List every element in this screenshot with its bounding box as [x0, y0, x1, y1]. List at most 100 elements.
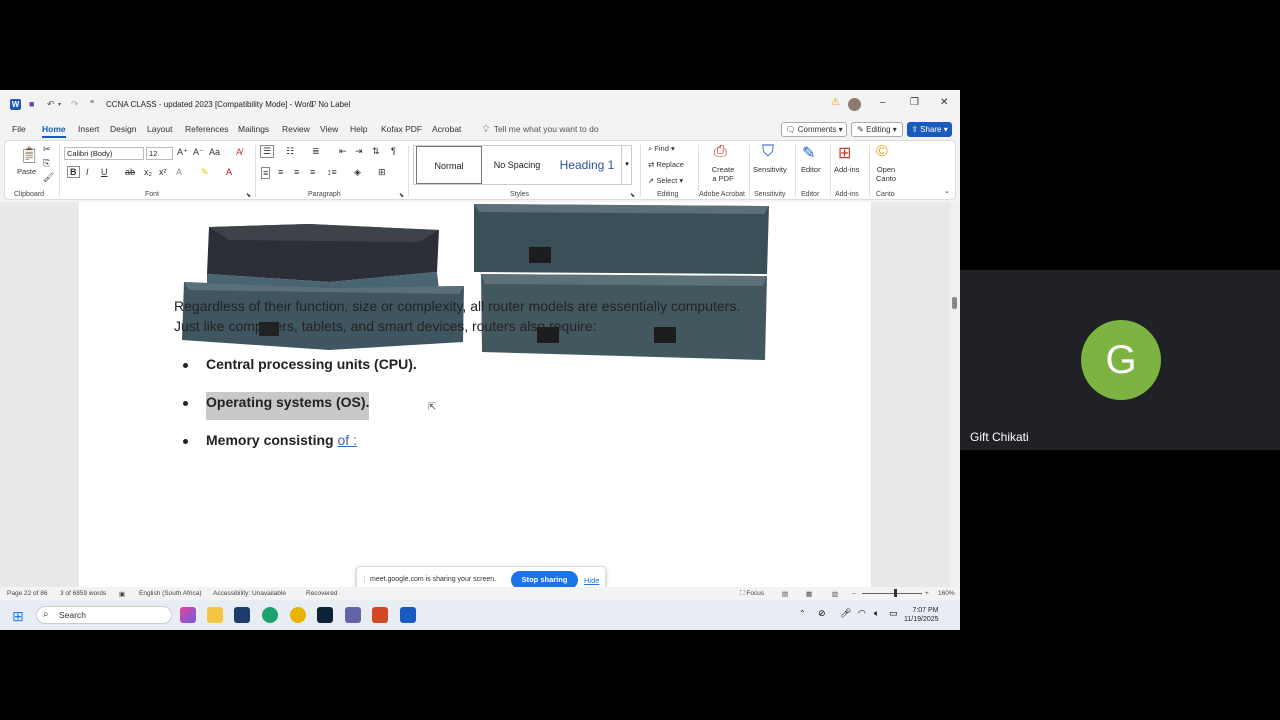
- bullet-item-memory[interactable]: Memory consisting of :: [206, 432, 357, 448]
- redo-icon[interactable]: ↷: [71, 99, 79, 110]
- clear-formatting-icon[interactable]: A̸: [236, 147, 242, 157]
- tab-review[interactable]: Review: [282, 124, 310, 134]
- align-right-icon[interactable]: ≡: [294, 167, 299, 177]
- share-button[interactable]: ⇪ Share ▾: [907, 122, 952, 137]
- bullet-item-cpu[interactable]: Central processing units (CPU).: [206, 356, 417, 372]
- bullet-item-os[interactable]: Operating systems (OS).: [206, 392, 370, 420]
- paste-label[interactable]: Paste: [17, 167, 36, 176]
- format-painter-icon[interactable]: 🖌︎: [43, 172, 54, 183]
- highlight-icon[interactable]: ✎: [201, 167, 209, 178]
- collapse-ribbon-icon[interactable]: ⌄: [944, 187, 950, 195]
- microphone-icon[interactable]: 🎤︎: [840, 608, 851, 619]
- file-explorer-icon[interactable]: [207, 607, 223, 623]
- editing-mode-button[interactable]: ✎ Editing ▾: [851, 122, 903, 137]
- paste-icon[interactable]: 📋︎: [19, 145, 39, 165]
- create-pdf-icon[interactable]: ⎙: [714, 143, 727, 161]
- zoom-level[interactable]: 160%: [938, 590, 955, 597]
- bullets-icon[interactable]: ☰: [260, 145, 275, 158]
- font-color-icon[interactable]: A: [226, 167, 232, 177]
- borders-icon[interactable]: ⊞: [378, 167, 386, 178]
- font-name-box[interactable]: Calibri (Body): [64, 147, 144, 160]
- zoom-slider-thumb[interactable]: [894, 589, 897, 597]
- underline-icon[interactable]: U: [101, 167, 108, 177]
- zoom-out-icon[interactable]: –: [852, 590, 856, 597]
- restore-button[interactable]: ❐: [910, 97, 919, 108]
- selected-text[interactable]: Operating systems (OS).: [206, 392, 370, 420]
- drag-handle-icon[interactable]: ⋮: [361, 575, 368, 583]
- undo-dropdown-icon[interactable]: ▾: [58, 101, 61, 108]
- copilot-icon[interactable]: [180, 607, 196, 623]
- justify-icon[interactable]: ≡: [310, 167, 315, 177]
- decrease-indent-icon[interactable]: ⇤: [339, 146, 347, 157]
- body-paragraph-line-1[interactable]: Regardless of their function, size or co…: [174, 298, 740, 314]
- accessibility-status[interactable]: Accessibility: Unavailable: [213, 590, 286, 597]
- change-case-icon[interactable]: Aa: [209, 147, 220, 157]
- tab-home[interactable]: Home: [42, 124, 66, 138]
- replace-button[interactable]: ⇄ Replace: [648, 160, 684, 169]
- chrome-icon[interactable]: [290, 607, 306, 623]
- bold-icon[interactable]: B: [67, 166, 80, 178]
- create-pdf-label[interactable]: Create a PDF: [709, 165, 737, 183]
- tab-view[interactable]: View: [320, 124, 338, 134]
- battery-icon[interactable]: ▭: [889, 608, 898, 619]
- tab-acrobat[interactable]: Acrobat: [432, 124, 461, 134]
- body-paragraph-line-2[interactable]: Just like computers, tablets, and smart …: [174, 318, 597, 334]
- addins-button-label[interactable]: Add-ins: [834, 165, 859, 174]
- subscript-icon[interactable]: x₂: [144, 167, 152, 177]
- language[interactable]: English (South Africa): [139, 590, 202, 597]
- copy-icon[interactable]: ⎘: [43, 158, 50, 169]
- participant-tile[interactable]: G Gift Chikati: [960, 270, 1280, 450]
- document-area[interactable]: Regardless of their function, size or co…: [0, 202, 960, 587]
- sensitivity-button-label[interactable]: Sensitivity: [753, 165, 787, 174]
- undo-icon[interactable]: ↶: [47, 99, 55, 110]
- user-avatar[interactable]: [848, 98, 861, 111]
- proofing-icon[interactable]: ▣: [119, 590, 125, 598]
- text-effects-icon[interactable]: A: [176, 167, 182, 177]
- style-no-spacing[interactable]: No Spacing: [484, 146, 550, 184]
- tab-kofax-pdf[interactable]: Kofax PDF: [381, 124, 422, 134]
- tab-file[interactable]: File: [12, 124, 26, 134]
- open-canto-label[interactable]: Open Canto: [873, 165, 899, 183]
- tab-mailings[interactable]: Mailings: [238, 124, 269, 134]
- close-button[interactable]: ✕: [940, 97, 948, 108]
- editor-button-label[interactable]: Editor: [801, 165, 821, 174]
- taskbar-search[interactable]: ⌕ Search: [36, 606, 172, 624]
- tab-design[interactable]: Design: [110, 124, 136, 134]
- store-icon[interactable]: [234, 607, 250, 623]
- terminal-icon[interactable]: [317, 607, 333, 623]
- shading-icon[interactable]: ◈: [354, 167, 361, 178]
- volume-icon[interactable]: 🔈︎: [874, 608, 879, 619]
- save-icon[interactable]: ■: [29, 99, 34, 109]
- line-spacing-icon[interactable]: ↕≡: [327, 167, 337, 177]
- edge-icon[interactable]: [262, 607, 278, 623]
- web-layout-icon[interactable]: ▥: [832, 590, 838, 598]
- increase-indent-icon[interactable]: ⇥: [355, 146, 363, 157]
- numbering-icon[interactable]: ☷: [286, 146, 294, 157]
- styles-dialog-launcher-icon[interactable]: ⬊: [630, 192, 635, 199]
- tab-help[interactable]: Help: [350, 124, 367, 134]
- vertical-scrollbar[interactable]: [950, 202, 960, 587]
- scroll-thumb[interactable]: [952, 297, 957, 309]
- sensitivity-icon[interactable]: ⛉: [762, 143, 774, 161]
- shrink-font-icon[interactable]: A⁻: [193, 147, 204, 158]
- zoom-in-icon[interactable]: +: [925, 590, 929, 597]
- warning-icon[interactable]: ⚠: [831, 97, 840, 108]
- editor-icon[interactable]: ✎: [802, 143, 815, 163]
- document-page[interactable]: Regardless of their function, size or co…: [79, 202, 871, 587]
- align-center-icon[interactable]: ≡: [278, 167, 283, 177]
- teams-icon[interactable]: [345, 607, 361, 623]
- sensitivity-label[interactable]: ⛉ No Label: [310, 100, 350, 110]
- find-button[interactable]: ⌕ Find ▾: [648, 144, 675, 154]
- cut-icon[interactable]: ✂: [43, 144, 51, 155]
- system-clock[interactable]: 7:07 PM 11/19/2025: [904, 606, 939, 624]
- print-layout-icon[interactable]: ▦: [806, 590, 812, 598]
- tab-insert[interactable]: Insert: [78, 124, 99, 134]
- page-count[interactable]: Page 22 of 86: [7, 590, 47, 597]
- style-heading-1[interactable]: Heading 1: [552, 146, 622, 184]
- zoom-slider[interactable]: [862, 593, 922, 594]
- superscript-icon[interactable]: x²: [159, 167, 167, 177]
- font-dialog-launcher-icon[interactable]: ⬊: [246, 192, 251, 199]
- word-taskbar-icon[interactable]: [400, 607, 416, 623]
- powerpoint-icon[interactable]: [372, 607, 388, 623]
- select-button[interactable]: ➚ Select ▾: [648, 176, 683, 185]
